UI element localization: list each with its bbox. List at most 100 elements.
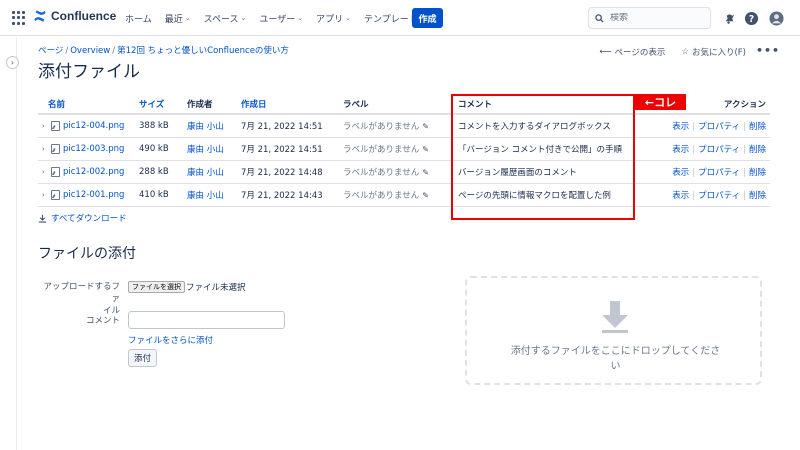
nav-item-spaces[interactable]: スペース ⌄: [204, 12, 247, 25]
no-file-text: ファイル未選択: [186, 283, 246, 293]
comment-cell: コメントを入力するダイアログボックス: [450, 114, 634, 138]
delete-link[interactable]: 削除: [749, 122, 766, 132]
properties-link[interactable]: プロパティ: [698, 122, 740, 132]
file-drop-zone[interactable]: 添付するファイルをここにドロップしてください: [465, 276, 762, 385]
choose-file-button[interactable]: ファイルを選択: [128, 281, 185, 293]
upload-file-label: アップロードするファ イル: [38, 281, 120, 317]
breadcrumb-item[interactable]: Overview: [70, 46, 110, 56]
annotation-tag: ←コレ: [635, 94, 686, 110]
header-creator: 作成者: [183, 94, 237, 115]
download-all-link[interactable]: すべてダウンロード: [38, 212, 127, 224]
download-icon: [38, 214, 47, 223]
favorite-label: お気に入り(F): [691, 48, 746, 58]
delete-link[interactable]: 削除: [749, 145, 766, 155]
properties-link[interactable]: プロパティ: [698, 191, 740, 201]
expand-row-icon[interactable]: ›: [42, 191, 48, 199]
creator-link[interactable]: 康由 小山: [183, 114, 237, 138]
nav-label: アプリ: [316, 14, 344, 25]
confluence-logo-icon: [34, 10, 46, 22]
delete-link[interactable]: 削除: [749, 168, 766, 178]
comment-cell: 「バージョン コメント付きで公開」の手順: [450, 137, 634, 161]
properties-link[interactable]: プロパティ: [698, 145, 740, 155]
download-all-label: すべてダウンロード: [51, 214, 127, 224]
file-name-link[interactable]: pic12-004.png: [63, 121, 124, 131]
file-name-link[interactable]: pic12-003.png: [63, 144, 124, 154]
size-cell: 410 kB: [135, 183, 183, 207]
comment-cell: ページの先頭に情報マクロを配置した例: [450, 183, 634, 207]
search-icon: [595, 13, 604, 23]
size-cell: 288 kB: [135, 160, 183, 184]
search-box[interactable]: [588, 7, 711, 29]
attach-section-title: ファイルの添付: [38, 246, 136, 262]
separator: |: [743, 121, 746, 132]
pencil-icon[interactable]: ✎: [422, 191, 429, 200]
expand-row-icon[interactable]: ›: [42, 168, 48, 176]
view-link[interactable]: 表示: [672, 191, 689, 201]
file-name-link[interactable]: pic12-001.png: [63, 190, 124, 200]
nav-item-home[interactable]: ホーム: [125, 12, 152, 25]
nav-item-recent[interactable]: 最近 ⌄: [165, 12, 191, 25]
view-link[interactable]: 表示: [672, 168, 689, 178]
header-name[interactable]: 名前: [38, 94, 135, 115]
view-page-button[interactable]: ⟵ ページの表示: [599, 46, 665, 58]
separator: |: [692, 167, 696, 178]
creator-link[interactable]: 康由 小山: [183, 183, 237, 207]
image-file-icon: [51, 143, 60, 154]
download-arrow-icon: [602, 301, 628, 333]
comment-input[interactable]: [128, 311, 285, 329]
creator-link[interactable]: 康由 小山: [183, 137, 237, 161]
nav-item-templates[interactable]: テンプレート: [364, 12, 418, 25]
breadcrumb-item[interactable]: ページ: [38, 46, 63, 56]
avatar[interactable]: [768, 10, 784, 26]
svg-text:?: ?: [748, 13, 753, 24]
nav-item-people[interactable]: ユーザー ⌄: [259, 12, 303, 25]
view-link[interactable]: 表示: [672, 145, 689, 155]
expand-sidebar-button[interactable]: ›: [6, 56, 19, 69]
file-name-link[interactable]: pic12-002.png: [63, 167, 124, 177]
page-actions: ⟵ ページの表示 ☆ お気に入り(F): [599, 46, 746, 58]
image-file-icon: [51, 120, 60, 131]
confluence-logo[interactable]: Confluence: [33, 9, 116, 23]
delete-link[interactable]: 削除: [749, 191, 766, 201]
expand-row-icon[interactable]: ›: [42, 122, 48, 130]
help-icon[interactable]: ?: [743, 10, 759, 26]
name-cell: › pic12-004.png: [38, 114, 135, 138]
no-label-text: ラベルがありません: [343, 190, 420, 201]
page-title: 添付ファイル: [38, 62, 140, 82]
create-button[interactable]: 作成: [412, 8, 443, 28]
app-switcher-icon[interactable]: [12, 11, 26, 25]
label-cell: ラベルがありません ✎: [339, 137, 450, 161]
table-row: › pic12-001.png 410 kB 康由 小山 7月 21, 2022 14:…: [38, 183, 770, 207]
separator: |: [692, 190, 696, 201]
table-row: › pic12-004.png 388 kB 康由 小山 7月 21, 2022 14:…: [38, 114, 770, 138]
separator: |: [743, 167, 746, 178]
view-link[interactable]: 表示: [672, 122, 689, 132]
breadcrumb: ページ / Overview / 第12回 ちょっと優しいConfluenceの使い方: [38, 44, 289, 56]
upload-label-line: アップロードするファ: [43, 282, 120, 304]
notifications-icon[interactable]: [721, 10, 737, 26]
properties-link[interactable]: プロパティ: [698, 168, 740, 178]
name-cell: › pic12-002.png: [38, 160, 135, 184]
add-more-files-link[interactable]: ファイルをさらに添付: [128, 334, 213, 346]
nav-label: 最近: [164, 14, 183, 25]
favorite-button[interactable]: ☆ お気に入り(F): [681, 46, 746, 58]
expand-row-icon[interactable]: ›: [42, 145, 48, 153]
attach-button[interactable]: 添付: [128, 349, 157, 367]
pencil-icon[interactable]: ✎: [422, 122, 429, 131]
header-size[interactable]: サイズ: [135, 94, 183, 115]
nav-label: ユーザー: [259, 14, 296, 25]
breadcrumb-separator: /: [65, 46, 69, 56]
pencil-icon[interactable]: ✎: [422, 145, 429, 154]
header-label: ラベル: [339, 94, 450, 115]
breadcrumb-separator: /: [112, 46, 116, 56]
breadcrumb-item[interactable]: 第12回 ちょっと優しいConfluenceの使い方: [117, 46, 289, 56]
pencil-icon[interactable]: ✎: [422, 168, 429, 177]
search-input[interactable]: [610, 13, 705, 23]
created-cell: 7月 21, 2022 14:48: [237, 160, 339, 184]
more-actions-icon[interactable]: •••: [756, 44, 780, 57]
nav-item-apps[interactable]: アプリ ⌄: [316, 12, 351, 25]
header-created[interactable]: 作成日: [237, 94, 339, 115]
action-cell: 表示 | プロパティ | 削除: [634, 183, 770, 207]
creator-link[interactable]: 康由 小山: [183, 160, 237, 184]
separator: |: [692, 121, 696, 132]
